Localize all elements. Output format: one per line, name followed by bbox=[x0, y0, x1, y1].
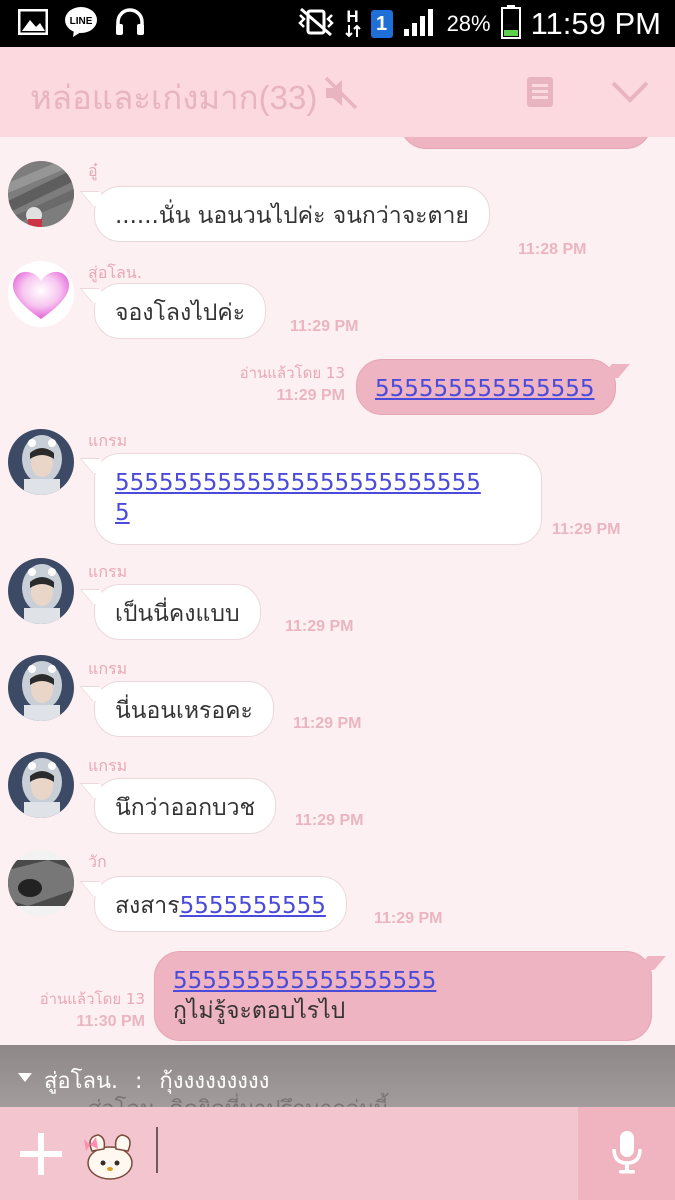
message-time: 11:29 PM bbox=[295, 812, 364, 829]
message-row: อ่านแล้วโดย 13 11:30 PM 5555555555555555… bbox=[0, 947, 675, 1045]
mute-icon[interactable] bbox=[322, 75, 360, 115]
message-row: อ่านแล้วโดย 13 11:29 PM 555555555555555 bbox=[0, 355, 675, 419]
hspa-data-icon: H bbox=[344, 6, 361, 38]
line-app-icon: LINE bbox=[64, 6, 98, 42]
message-row: แกรม 5555555555555555555555555 5 11:29 P… bbox=[0, 427, 675, 547]
avatar[interactable] bbox=[8, 161, 74, 227]
preview-text: สู่อโลน. : กุ้งงงงงงงงง bbox=[44, 1063, 269, 1098]
message-row: แกรม นึกว่าออกบวช 11:29 PM bbox=[0, 752, 675, 834]
voice-button[interactable] bbox=[578, 1107, 675, 1200]
sender-name: แกรม bbox=[88, 562, 128, 581]
message-time: 11:29 PM bbox=[285, 618, 354, 635]
picture-icon bbox=[17, 8, 49, 39]
message-time: 11:29 PM bbox=[552, 521, 621, 538]
read-receipt: อ่านแล้วโดย 13 bbox=[39, 990, 145, 1008]
avatar[interactable] bbox=[8, 429, 74, 495]
battery-percent: 28% bbox=[446, 10, 491, 36]
message-text: ......นั่น นอนวนไปค่ะ จนกว่าจะตาย bbox=[115, 203, 469, 229]
network-type-label: H bbox=[346, 6, 359, 26]
message-row: แกรม นี่นอนเหรอคะ 11:29 PM bbox=[0, 655, 675, 737]
message-text: จองโลงไปค่ะ bbox=[115, 300, 246, 326]
signal-icon bbox=[403, 7, 437, 41]
sender-name: อู๋ bbox=[88, 161, 98, 180]
avatar[interactable] bbox=[8, 655, 74, 721]
avatar[interactable] bbox=[8, 261, 74, 327]
message-bubble-partial[interactable] bbox=[400, 137, 652, 149]
message-bubble[interactable]: 555555555555555 bbox=[356, 359, 616, 415]
caret-down-icon[interactable] bbox=[18, 1073, 32, 1082]
new-message-preview[interactable]: สู่อโลน. คิดยิดที่มาปรึกษากลุ่มนี้ สู่อโ… bbox=[0, 1045, 675, 1107]
battery-icon bbox=[500, 4, 521, 43]
message-link[interactable]: 5 bbox=[115, 498, 130, 528]
message-text: กูไม่รู้จะตอบไรไป bbox=[173, 998, 346, 1024]
chevron-down-icon[interactable] bbox=[610, 79, 650, 109]
svg-text:LINE: LINE bbox=[70, 16, 93, 27]
message-row: อู๋ ......นั่น นอนวนไปค่ะ จนกว่าจะตาย 11… bbox=[0, 157, 675, 258]
avatar[interactable] bbox=[8, 558, 74, 624]
message-row: วัก สงสาร5555555555 11:29 PM bbox=[0, 850, 675, 932]
sender-name: วัก bbox=[88, 852, 107, 871]
message-bubble[interactable]: เป็นนี่คงแบบ bbox=[94, 584, 261, 640]
message-text: นึกว่าออกบวช bbox=[115, 795, 256, 821]
chat-header: หล่อและเก่งมาก(33) bbox=[0, 47, 675, 137]
sender-name: แกรม bbox=[88, 431, 128, 450]
input-bar bbox=[0, 1107, 675, 1200]
sender-name: แกรม bbox=[88, 756, 128, 775]
message-list[interactable]: อู๋ ......นั่น นอนวนไปค่ะ จนกว่าจะตาย 11… bbox=[0, 137, 675, 1045]
message-text: สงสาร bbox=[115, 893, 180, 919]
avatar[interactable] bbox=[8, 752, 74, 818]
notes-icon[interactable] bbox=[525, 75, 555, 113]
message-bubble[interactable]: 555555555555555555 กูไม่รู้จะตอบไรไป bbox=[154, 951, 652, 1041]
group-title[interactable]: หล่อและเก่งมาก(33) bbox=[30, 71, 317, 124]
input-divider bbox=[156, 1127, 158, 1173]
message-time: 11:29 PM bbox=[293, 715, 362, 732]
message-link[interactable]: 555555555555555 bbox=[375, 376, 595, 402]
message-bubble[interactable]: ......นั่น นอนวนไปค่ะ จนกว่าจะตาย bbox=[94, 186, 490, 242]
message-time: 11:29 PM bbox=[276, 387, 345, 404]
message-link[interactable]: 555555555555555555 bbox=[173, 966, 631, 996]
sticker-icon[interactable] bbox=[80, 1129, 138, 1183]
message-link[interactable]: 5555555555 bbox=[180, 893, 326, 919]
plus-icon[interactable] bbox=[18, 1131, 64, 1177]
avatar[interactable] bbox=[8, 850, 74, 916]
preview-sender: สู่อโลน. bbox=[44, 1069, 118, 1094]
message-time: 11:29 PM bbox=[374, 910, 443, 927]
message-bubble[interactable]: สงสาร5555555555 bbox=[94, 876, 347, 932]
clock: 11:59 PM bbox=[530, 5, 661, 41]
sender-name: แกรม bbox=[88, 659, 128, 678]
status-bar: LINE H 1 28% 11:59 PM bbox=[0, 0, 675, 47]
read-receipt: อ่านแล้วโดย 13 bbox=[239, 364, 345, 382]
message-bubble[interactable]: 5555555555555555555555555 5 bbox=[94, 453, 542, 545]
message-bubble[interactable]: นี่นอนเหรอคะ bbox=[94, 681, 274, 737]
sim-1-icon: 1 bbox=[370, 9, 393, 38]
headset-icon bbox=[114, 7, 146, 41]
message-text: นี่นอนเหรอคะ bbox=[115, 698, 253, 724]
message-bubble[interactable]: จองโลงไปค่ะ bbox=[94, 283, 267, 339]
preview-separator: : bbox=[134, 1069, 143, 1094]
message-bubble[interactable]: นึกว่าออกบวช bbox=[94, 778, 277, 834]
message-text: เป็นนี่คงแบบ bbox=[115, 601, 240, 627]
message-row: สู่อโลน. จองโลงไปค่ะ 11:29 PM bbox=[0, 257, 675, 339]
message-link[interactable]: 5555555555555555555555555 bbox=[115, 468, 521, 498]
preview-message: กุ้งงงงงงงงง bbox=[159, 1069, 270, 1094]
message-time: 11:29 PM bbox=[290, 318, 359, 335]
microphone-icon[interactable] bbox=[610, 1129, 644, 1179]
mute-vibrate-icon bbox=[297, 7, 335, 41]
message-input[interactable] bbox=[170, 1125, 560, 1181]
message-row: แกรม เป็นนี่คงแบบ 11:29 PM bbox=[0, 558, 675, 640]
message-time: 11:30 PM bbox=[76, 1013, 145, 1030]
